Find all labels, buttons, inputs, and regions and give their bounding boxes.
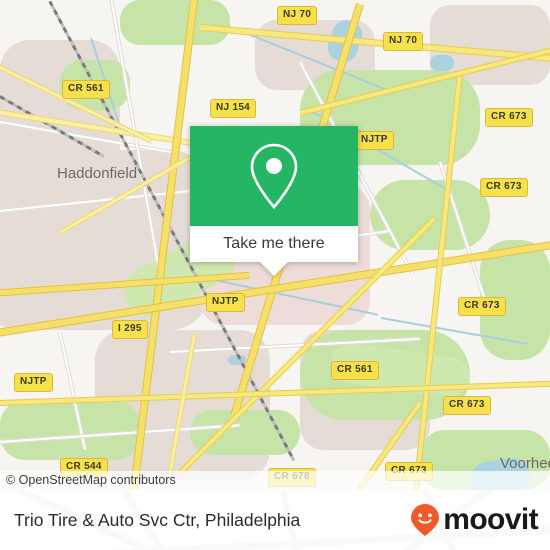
place-label-haddonfield: Haddonfield [57,165,138,182]
take-me-there-label: Take me there [223,235,325,252]
place-label-voorhees: Voorhees [500,455,550,472]
road-shield-cr673: CR 673 [443,396,491,415]
location-pin-icon [250,143,298,209]
road-shield-cr673: CR 673 [458,297,506,316]
road-shield-nj154: NJ 154 [210,99,257,118]
moovit-brand[interactable]: moovit [410,490,539,550]
road-shield-cr561: CR 561 [331,361,379,380]
map-landuse-wood [0,400,140,460]
road-shield-njtp: NJTP [206,293,245,312]
moovit-smiley-pin-icon [411,504,440,536]
map-screenshot: Haddonfield Voorhees NJ 70 NJ 70 CR 561 … [0,0,550,550]
take-me-there-button[interactable]: Take me there [190,226,358,262]
road-shield-i295: I 295 [112,320,148,339]
road-shield-nj70: NJ 70 [383,32,424,51]
road-shield-cr673: CR 673 [480,178,528,197]
road-shield-cr673: CR 673 [485,108,533,127]
footer-bar: Trio Tire & Auto Svc Ctr, Philadelphia m… [0,490,550,550]
map-attribution[interactable]: © OpenStreetMap contributors [0,471,550,490]
map-landuse-wood [370,180,490,250]
map-landuse-wood [120,0,230,45]
road-shield-nj70: NJ 70 [277,6,318,25]
road-shield-njtp: NJTP [355,131,394,150]
popup-tail [260,262,288,276]
road-shield-njtp: NJTP [14,373,53,392]
location-title-text: Trio Tire & Auto Svc Ctr, Philadelphia [14,509,301,530]
map-water [430,55,454,71]
map-canvas[interactable]: Haddonfield Voorhees NJ 70 NJ 70 CR 561 … [0,0,550,490]
popup-header [190,126,358,226]
road-shield-cr561: CR 561 [62,80,110,99]
location-title: Trio Tire & Auto Svc Ctr, Philadelphia [14,490,300,550]
moovit-wordmark: moovit [443,503,538,536]
destination-popup[interactable]: Take me there [190,126,358,276]
